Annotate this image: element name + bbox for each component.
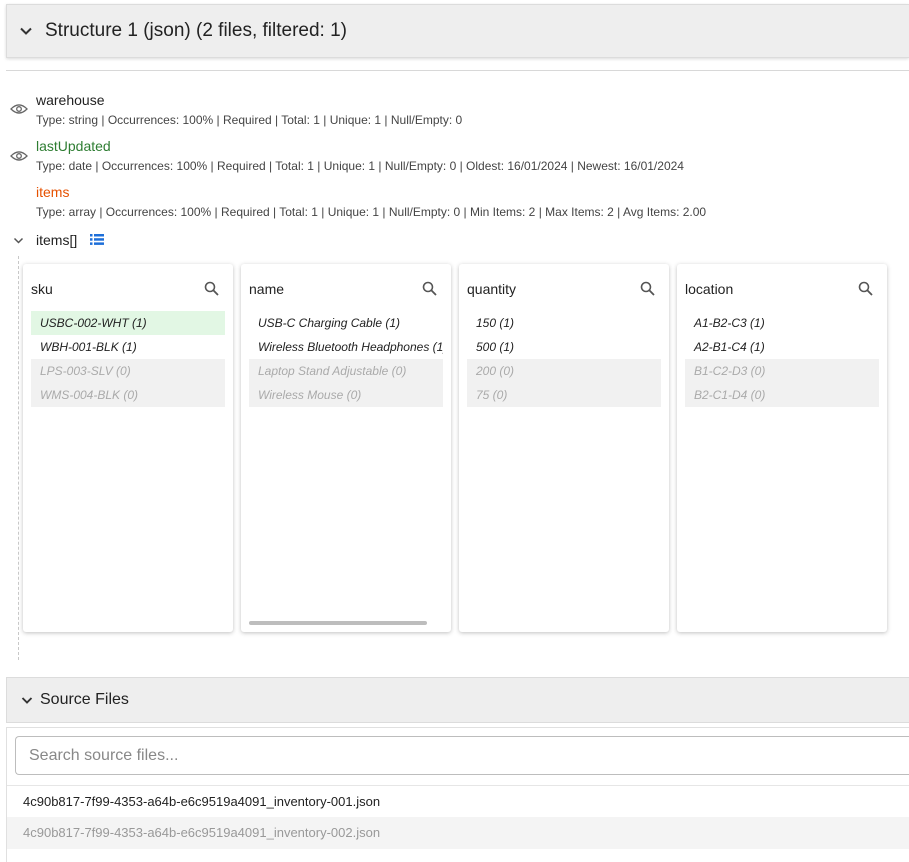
- field-meta-items: Type: array | Occurrences: 100% | Requir…: [36, 205, 706, 219]
- eye-icon[interactable]: [10, 103, 28, 115]
- search-icon[interactable]: [204, 281, 219, 296]
- value-item[interactable]: A2-B1-C4 (1): [685, 335, 879, 359]
- value-item[interactable]: WMS-004-BLK (0): [31, 383, 225, 407]
- column-title: location: [685, 281, 733, 297]
- field-name-warehouse: warehouse: [36, 92, 105, 108]
- value-item[interactable]: Laptop Stand Adjustable (0): [249, 359, 443, 383]
- chevron-down-icon: [13, 235, 24, 246]
- value-item[interactable]: B2-C1-D4 (0): [685, 383, 879, 407]
- value-item[interactable]: LPS-003-SLV (0): [31, 359, 225, 383]
- search-source-files-input[interactable]: [15, 736, 909, 775]
- value-item[interactable]: 75 (0): [467, 383, 661, 407]
- list-icon[interactable]: [90, 233, 104, 246]
- column-title: sku: [31, 281, 53, 297]
- field-meta-lastupdated: Type: date | Occurrences: 100% | Require…: [36, 159, 684, 173]
- value-item[interactable]: Wireless Bluetooth Headphones (1): [249, 335, 443, 359]
- search-icon[interactable]: [640, 281, 655, 296]
- source-files-header[interactable]: Source Files: [6, 677, 909, 723]
- value-item[interactable]: USBC-002-WHT (1): [31, 311, 225, 335]
- tree-guide-line: [18, 256, 19, 660]
- column-card-location: location A1-B2-C3 (1) A2-B1-C4 (1) B1-C2…: [677, 264, 887, 632]
- source-files-title: Source Files: [40, 691, 129, 709]
- value-item[interactable]: 200 (0): [467, 359, 661, 383]
- column-title: name: [249, 281, 284, 297]
- column-card-quantity: quantity 150 (1) 500 (1) 200 (0) 75 (0): [459, 264, 669, 632]
- value-item[interactable]: 500 (1): [467, 335, 661, 359]
- structure-title: Structure 1 (json) (2 files, filtered: 1…: [45, 20, 347, 42]
- column-title: quantity: [467, 281, 516, 297]
- field-name-lastupdated: lastUpdated: [36, 138, 111, 154]
- chevron-down-icon: [21, 694, 33, 706]
- eye-icon[interactable]: [10, 150, 28, 162]
- value-item[interactable]: USB-C Charging Cable (1): [249, 311, 443, 335]
- column-card-name: name USB-C Charging Cable (1) Wireless B…: [241, 264, 451, 632]
- value-item[interactable]: Wireless Mouse (0): [249, 383, 443, 407]
- value-item[interactable]: WBH-001-BLK (1): [31, 335, 225, 359]
- divider: [6, 70, 909, 71]
- items-array-label: items[]: [36, 232, 77, 248]
- value-item[interactable]: 150 (1): [467, 311, 661, 335]
- value-item[interactable]: B1-C2-D3 (0): [685, 359, 879, 383]
- value-item[interactable]: A1-B2-C3 (1): [685, 311, 879, 335]
- structure-panel-header[interactable]: Structure 1 (json) (2 files, filtered: 1…: [6, 4, 909, 58]
- chevron-down-icon: [19, 24, 33, 38]
- field-name-items: items: [36, 184, 69, 200]
- search-icon[interactable]: [422, 281, 437, 296]
- items-array-toggle[interactable]: items[]: [0, 230, 200, 250]
- horizontal-scrollbar[interactable]: [249, 621, 427, 625]
- field-meta-warehouse: Type: string | Occurrences: 100% | Requi…: [36, 113, 462, 127]
- source-file-item[interactable]: 4c90b817-7f99-4353-a64b-e6c9519a4091_inv…: [7, 817, 909, 849]
- source-file-item[interactable]: 4c90b817-7f99-4353-a64b-e6c9519a4091_inv…: [7, 785, 909, 817]
- column-card-sku: sku USBC-002-WHT (1) WBH-001-BLK (1) LPS…: [23, 264, 233, 632]
- search-icon[interactable]: [858, 281, 873, 296]
